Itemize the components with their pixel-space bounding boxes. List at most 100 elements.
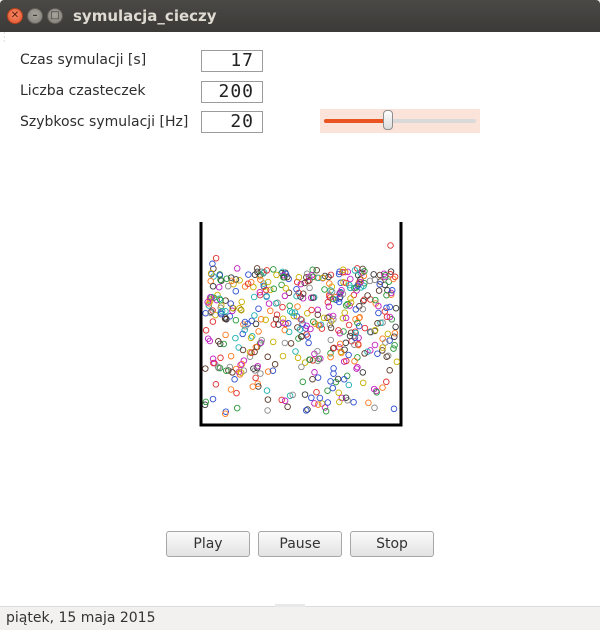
particle (391, 333, 398, 340)
particle (322, 407, 330, 415)
particle (287, 340, 295, 347)
particle (227, 386, 235, 393)
particle (282, 285, 290, 292)
particle (231, 376, 238, 383)
particle (359, 379, 367, 387)
sim-time-field[interactable]: 17 (201, 50, 263, 72)
particle (327, 353, 334, 361)
particle (238, 298, 245, 306)
particle (281, 292, 289, 300)
pause-button[interactable]: Pause (258, 531, 342, 557)
particle (309, 266, 316, 274)
particle (202, 365, 209, 372)
particle (371, 404, 378, 412)
particle (252, 320, 260, 328)
slider-fill (324, 119, 388, 123)
particle (267, 307, 274, 315)
play-button[interactable]: Play (166, 531, 250, 557)
particle (345, 381, 353, 389)
title-bar: ✕ – □ symulacja_cieczy (0, 0, 600, 32)
particle (341, 309, 348, 316)
particle (239, 346, 247, 354)
particle (222, 331, 229, 339)
particle (364, 292, 371, 299)
particle (321, 286, 328, 293)
particle (273, 271, 280, 279)
grip-icon: · · · (3, 29, 6, 46)
particle (305, 339, 312, 347)
simulation-canvas (199, 222, 403, 427)
particle (342, 339, 350, 347)
particle (286, 302, 293, 310)
particle (335, 389, 342, 396)
particle (279, 303, 286, 311)
particle (202, 327, 210, 334)
sim-speed-field[interactable]: 20 (201, 111, 263, 133)
particle (330, 365, 337, 372)
close-icon[interactable]: ✕ (7, 8, 23, 24)
status-date: piątek, 15 maja 2015 (6, 610, 156, 626)
particle (327, 378, 334, 385)
maximize-icon[interactable]: □ (47, 8, 63, 24)
particle (350, 398, 357, 406)
particle (215, 283, 223, 291)
particle (311, 400, 318, 407)
particle (265, 300, 273, 307)
particle (329, 384, 337, 392)
particle (207, 277, 214, 285)
particle (227, 352, 235, 360)
particle (308, 394, 315, 402)
particle (343, 372, 351, 380)
speed-slider[interactable] (320, 109, 480, 133)
particle (299, 378, 307, 386)
particle (252, 374, 259, 382)
particle (345, 351, 352, 359)
particle (314, 374, 322, 381)
particle (370, 271, 377, 278)
particle (294, 354, 302, 362)
particle (269, 338, 277, 346)
particle (375, 309, 382, 317)
particle (318, 400, 326, 407)
particle (232, 316, 240, 324)
particle (233, 265, 241, 272)
particle (352, 306, 360, 313)
particle (209, 395, 217, 403)
particle (279, 352, 287, 360)
particle (301, 391, 309, 398)
particle (224, 282, 232, 290)
particle (356, 302, 363, 310)
particle (209, 283, 217, 290)
particle (359, 369, 367, 376)
particle (311, 369, 318, 376)
splitter-handle[interactable] (275, 604, 305, 607)
particle (249, 383, 257, 390)
slider-thumb[interactable] (382, 110, 393, 130)
particle (292, 348, 299, 355)
particle (361, 324, 369, 332)
sim-time-label: Czas symulacji [s] (20, 52, 147, 68)
particle (212, 254, 220, 262)
particle (392, 323, 399, 331)
particle (298, 363, 305, 371)
particle (281, 339, 289, 347)
particle (384, 330, 392, 338)
particle (232, 287, 240, 295)
particle (386, 303, 394, 311)
stop-button[interactable]: Stop (350, 531, 434, 557)
particle (264, 353, 271, 361)
particle (391, 341, 398, 349)
minimize-icon[interactable]: – (27, 8, 43, 24)
particle (390, 405, 398, 413)
particle (379, 335, 386, 342)
particle (392, 304, 400, 312)
particle (284, 403, 291, 411)
particle (309, 375, 316, 383)
particle (250, 293, 258, 301)
particle-count-field[interactable]: 200 (201, 81, 263, 103)
particle (263, 387, 271, 394)
particle (320, 314, 328, 322)
particle (255, 328, 262, 335)
particle (390, 345, 397, 352)
particle (233, 389, 240, 397)
